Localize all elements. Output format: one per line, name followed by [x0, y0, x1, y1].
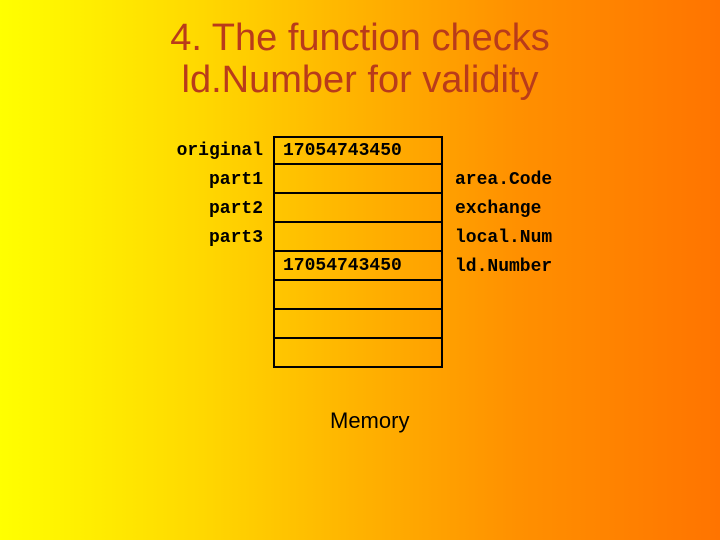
memory-cell-5: [273, 281, 443, 310]
slide-title: 4. The function checks ld.Number for val…: [0, 18, 720, 102]
left-label-part1: part1: [158, 171, 273, 189]
memory-grid: original 17054743450 part1 area.Code par…: [158, 136, 578, 368]
memory-diagram: original 17054743450 part1 area.Code par…: [158, 136, 578, 368]
right-label-exchange: exchange: [443, 200, 578, 218]
right-label-ldnumber: ld.Number: [443, 258, 578, 276]
memory-cell-3: [273, 223, 443, 252]
memory-cell-1: [273, 165, 443, 194]
title-line-1: 4. The function checks: [170, 17, 550, 59]
slide: 4. The function checks ld.Number for val…: [0, 0, 720, 540]
memory-cell-7: [273, 339, 443, 368]
memory-cell-2: [273, 194, 443, 223]
left-label-original: original: [158, 142, 273, 160]
memory-cell-4: 17054743450: [273, 252, 443, 281]
title-line-2: ld.Number for validity: [182, 59, 539, 101]
left-label-part2: part2: [158, 200, 273, 218]
memory-caption: Memory: [330, 408, 409, 434]
memory-cell-0: 17054743450: [273, 136, 443, 165]
right-label-areacode: area.Code: [443, 171, 578, 189]
right-label-localnum: local.Num: [443, 229, 578, 247]
left-label-part3: part3: [158, 229, 273, 247]
memory-cell-6: [273, 310, 443, 339]
